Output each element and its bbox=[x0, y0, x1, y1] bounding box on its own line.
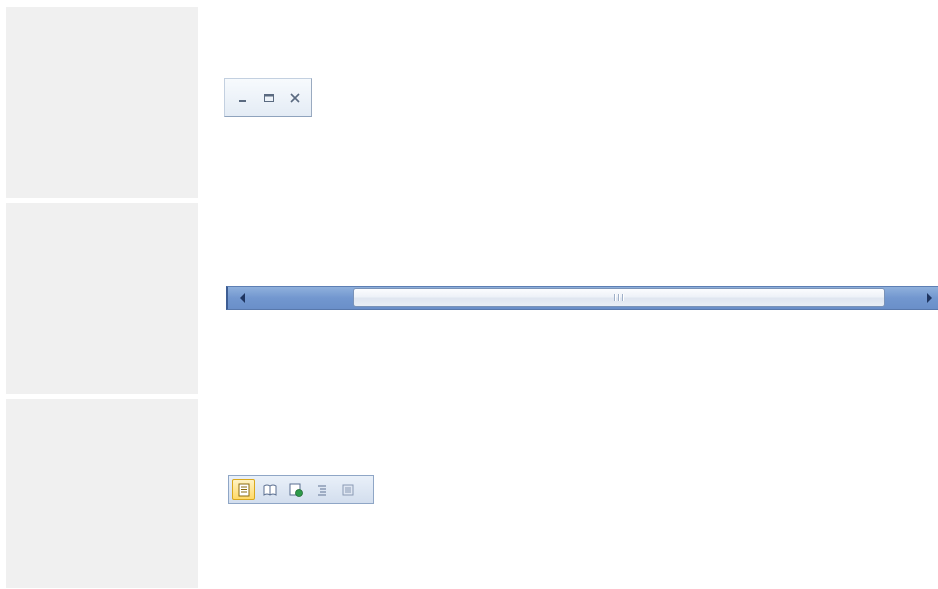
scroll-right-button[interactable] bbox=[920, 287, 938, 309]
side-panel-3 bbox=[6, 399, 198, 588]
reading-view-button[interactable] bbox=[258, 479, 281, 500]
reading-view-icon bbox=[263, 484, 276, 496]
grip-icon bbox=[614, 294, 624, 301]
page bbox=[0, 0, 938, 589]
minimize-icon bbox=[239, 99, 246, 102]
side-panel-2 bbox=[6, 203, 198, 394]
minimize-button[interactable] bbox=[235, 90, 251, 106]
side-panel-1 bbox=[6, 7, 198, 198]
normal-view-icon bbox=[238, 483, 249, 496]
scroll-right-arrow-icon bbox=[927, 293, 932, 303]
close-icon bbox=[290, 92, 300, 103]
draft-view-icon bbox=[342, 484, 353, 495]
outline-view-button[interactable] bbox=[310, 479, 333, 500]
horizontal-scrollbar[interactable] bbox=[226, 286, 938, 310]
close-button[interactable] bbox=[287, 90, 303, 106]
maximize-button[interactable] bbox=[261, 90, 277, 106]
scroll-left-button[interactable] bbox=[234, 287, 252, 309]
web-view-button[interactable] bbox=[284, 479, 307, 500]
outline-view-icon bbox=[317, 484, 326, 496]
normal-view-button[interactable] bbox=[232, 479, 255, 500]
web-view-icon bbox=[289, 483, 303, 497]
view-switcher bbox=[228, 475, 374, 504]
maximize-icon bbox=[264, 93, 274, 102]
scroll-left-arrow-icon bbox=[240, 293, 245, 303]
scroll-thumb[interactable] bbox=[353, 288, 885, 307]
window-caption-controls bbox=[224, 78, 312, 117]
draft-view-button[interactable] bbox=[336, 479, 359, 500]
